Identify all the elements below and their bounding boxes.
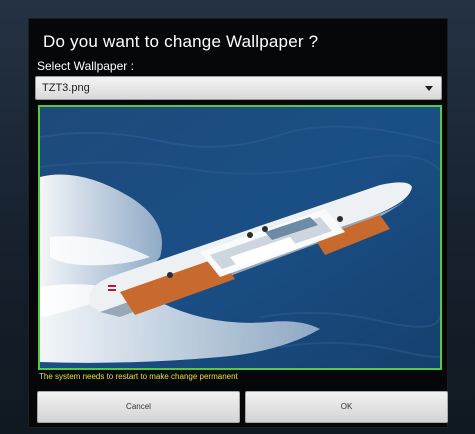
- ok-button[interactable]: OK: [245, 391, 448, 423]
- dialog-button-row: Cancel OK: [37, 391, 448, 423]
- change-wallpaper-dialog: Do you want to change Wallpaper ? Select…: [28, 18, 448, 428]
- chevron-down-icon: [425, 86, 433, 91]
- selected-wallpaper-value: TZT3.png: [42, 82, 90, 94]
- yacht-wallpaper-image: [40, 107, 440, 368]
- dialog-title: Do you want to change Wallpaper ?: [43, 32, 319, 51]
- wallpaper-select[interactable]: TZT3.png: [35, 76, 442, 100]
- cancel-button[interactable]: Cancel: [37, 391, 240, 423]
- restart-notice: The system needs to restart to make chan…: [39, 372, 238, 381]
- wallpaper-preview: [38, 105, 442, 370]
- select-wallpaper-label: Select Wallpaper :: [37, 59, 134, 73]
